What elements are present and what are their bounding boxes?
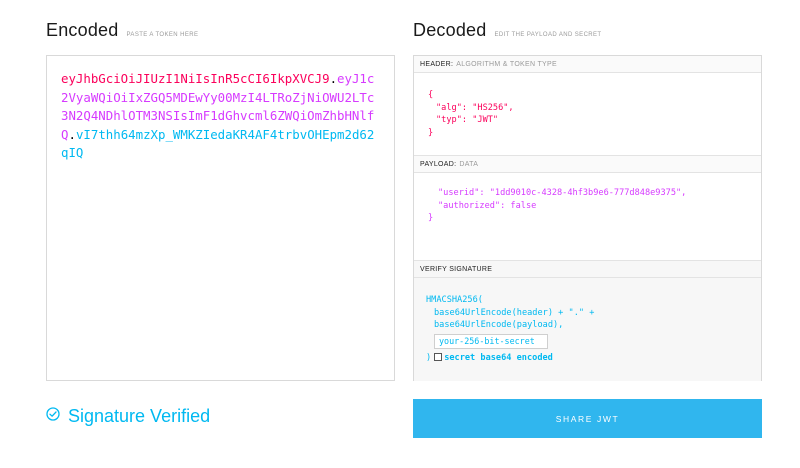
payload-userid-line: "userid": "1dd9010c-4328-4hf3b9e6-777d84… [438, 188, 687, 198]
header-section-heading: HEADER: ALGORITHM & TOKEN TYPE [414, 56, 761, 73]
verify-close-paren: ) [426, 352, 432, 363]
payload-section-hint: DATA [459, 160, 479, 168]
header-alg-line: "alg": "HS256", [436, 102, 514, 113]
json-close-brace: } [428, 127, 434, 138]
header-typ-line: "typ": "JWT" [436, 115, 499, 125]
encoded-title-row: Encoded PASTE A TOKEN HERE [46, 20, 198, 41]
payload-json-editor[interactable]: "userid": "1dd9010c-4328-4hf3b9e6-777d84… [414, 173, 761, 261]
secret-base64-checkbox[interactable] [434, 353, 443, 361]
base64-row: ) secret base64 encoded [426, 352, 749, 365]
verify-hmac-line: HMACSHA256( [426, 295, 483, 305]
payload-section-heading: PAYLOAD: DATA [414, 156, 761, 173]
encoded-subtitle: PASTE A TOKEN HERE [126, 32, 199, 38]
json-close-brace: } [428, 213, 434, 223]
header-section-hint: ALGORITHM & TOKEN TYPE [456, 60, 557, 68]
verify-signature-body: HMACSHA256( base64UrlEncode(header) + ".… [414, 278, 761, 381]
decoded-title: Decoded [413, 20, 487, 40]
signature-verified-text: Signature Verified [68, 406, 211, 426]
json-open-brace: { [428, 90, 434, 100]
token-dot: . [329, 71, 338, 86]
verify-section-heading: VERIFY SIGNATURE [414, 261, 761, 278]
secret-input[interactable]: your-256-bit-secret [434, 333, 548, 349]
token-header-part: eyJhbGciOiJIUzI1NiIsInR5cCI6IkpXVCJ9 [61, 71, 330, 86]
encoded-token-editor[interactable]: eyJhbGciOiJIUzI1NiIsInR5cCI6IkpXVCJ9.eyJ… [46, 55, 395, 381]
share-jwt-button[interactable]: SHARE JWT [413, 399, 762, 438]
header-json-editor[interactable]: { "alg": "HS256", "typ": "JWT" } [414, 73, 761, 156]
decoded-title-row: Decoded EDIT THE PAYLOAD AND SECRET [413, 20, 602, 41]
check-circle-icon [46, 407, 60, 426]
header-section-label: HEADER: [420, 60, 454, 68]
decoded-panel: HEADER: ALGORITHM & TOKEN TYPE { "alg": … [413, 55, 762, 381]
encoded-title: Encoded [46, 20, 119, 40]
payload-section-label: PAYLOAD: [420, 160, 457, 168]
verify-payload-line: base64UrlEncode(payload), [434, 320, 564, 330]
payload-authorized-line: "authorized": false [438, 200, 537, 211]
secret-row: your-256-bit-secret [426, 333, 749, 349]
verify-header-line: base64UrlEncode(header) + "." + [434, 307, 595, 318]
token-dot: . [68, 126, 76, 142]
token-signature-part: vI7thh64mzXp_WMKZIedaKR4AF4trbvOHEpm2d62… [61, 126, 375, 161]
token-text[interactable]: eyJhbGciOiJIUzI1NiIsInR5cCI6IkpXVCJ9.eyJ… [61, 70, 380, 163]
signature-status: Signature Verified [46, 406, 210, 427]
verify-section-label: VERIFY SIGNATURE [420, 265, 493, 273]
secret-base64-label[interactable]: secret base64 encoded [444, 353, 553, 363]
decoded-subtitle: EDIT THE PAYLOAD AND SECRET [494, 32, 602, 38]
